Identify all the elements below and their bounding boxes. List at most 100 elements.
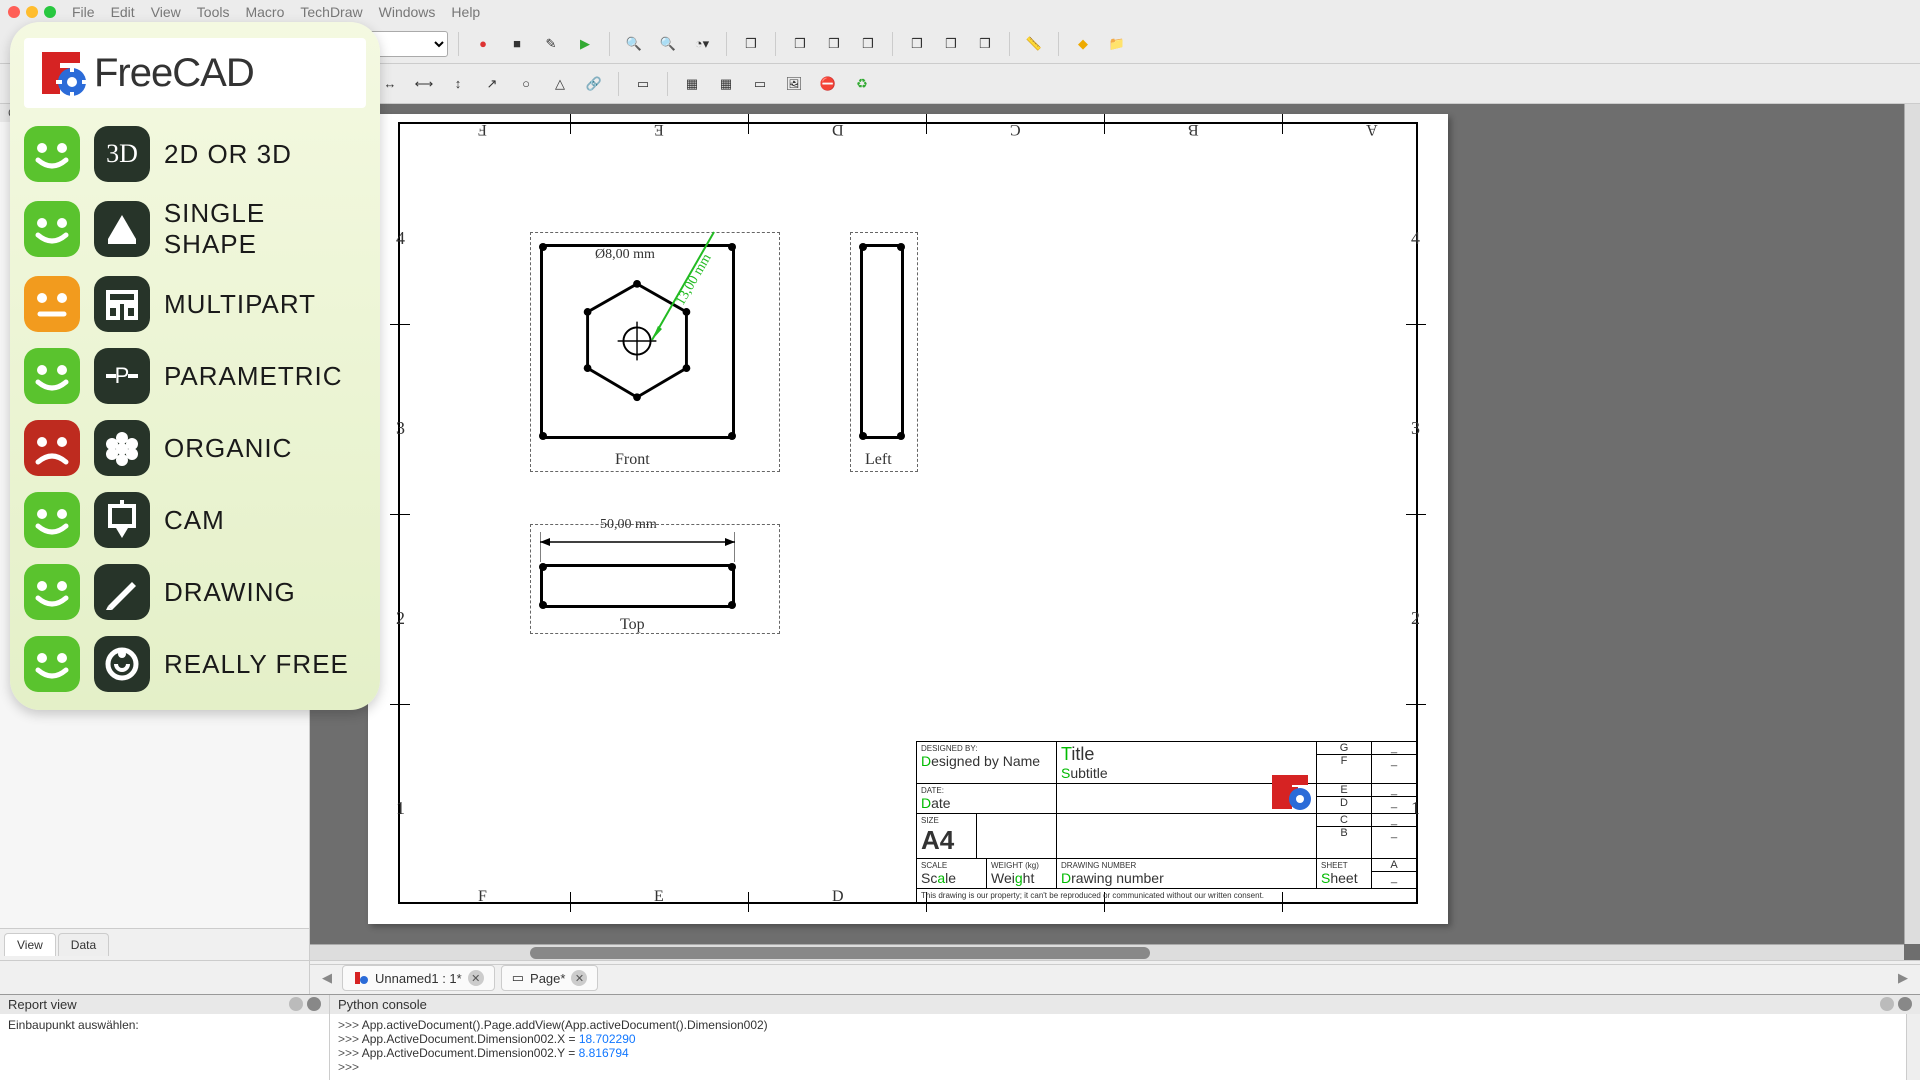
group-icon[interactable]: 📁: [1103, 30, 1131, 58]
dim-vertical-icon[interactable]: ↕: [444, 70, 472, 98]
svg-text:P: P: [115, 363, 130, 388]
scale-field[interactable]: Scale: [921, 870, 956, 886]
tab-data[interactable]: Data: [58, 933, 109, 956]
row-label: 1: [396, 798, 405, 819]
dim-link-icon[interactable]: 🔗: [580, 70, 608, 98]
date-field[interactable]: Date: [921, 795, 951, 811]
macro-play-icon[interactable]: ▶: [571, 30, 599, 58]
dim-diameter-icon[interactable]: ○: [512, 70, 540, 98]
drawing-icon: [94, 564, 150, 620]
view-top-icon[interactable]: ❒: [820, 30, 848, 58]
subtitle-field[interactable]: Subtitle: [1061, 765, 1108, 781]
part-icon[interactable]: ◆: [1069, 30, 1097, 58]
doc-tab-model[interactable]: Unnamed1 : 1*✕: [342, 965, 495, 991]
report-view-body[interactable]: Einbaupunkt auswählen:: [0, 1014, 329, 1080]
panel-close-icon[interactable]: [307, 997, 321, 1011]
drawing-number-field[interactable]: Drawing number: [1061, 870, 1164, 886]
zoom-window-button[interactable]: [44, 6, 56, 18]
canvas-area[interactable]: F E D C B A F E D 4 3 2 1 4 3: [310, 104, 1920, 960]
weight-field[interactable]: Weight: [991, 870, 1034, 886]
tab-prev-icon[interactable]: ◀: [318, 969, 336, 987]
mood-face-icon: [24, 564, 80, 620]
view-iso-icon[interactable]: ❒: [737, 30, 765, 58]
python-line: >>> App.ActiveDocument.Dimension002.X = …: [338, 1032, 1912, 1046]
feature-label: REALLY FREE: [164, 649, 349, 680]
minimize-window-button[interactable]: [26, 6, 38, 18]
row-label: 4: [396, 228, 405, 249]
zoom-in-icon[interactable]: 🔍: [654, 30, 682, 58]
dim-angle-icon[interactable]: △: [546, 70, 574, 98]
sheet-field[interactable]: Sheet: [1321, 870, 1358, 886]
mood-face-icon: [24, 492, 80, 548]
dim-width[interactable]: 50,00 mm: [600, 517, 657, 533]
freecad-logo-text: FreeCAD: [94, 51, 254, 96]
dim-horizontal-icon[interactable]: ⟷: [410, 70, 438, 98]
hatch-geom-icon[interactable]: ▦: [712, 70, 740, 98]
title-field[interactable]: Title: [1061, 744, 1094, 764]
tab-view[interactable]: View: [4, 933, 56, 956]
mood-face-icon: [24, 636, 80, 692]
dim-radius-icon[interactable]: ↗: [478, 70, 506, 98]
panel-close-icon[interactable]: [1898, 997, 1912, 1011]
canvas-scrollbar-horizontal[interactable]: [310, 944, 1904, 960]
macro-record-icon[interactable]: ●: [469, 30, 497, 58]
scale-label: SCALE: [921, 861, 982, 870]
feature-row-single-shape: SINGLE SHAPE: [24, 198, 366, 260]
view-left-label: Left: [865, 451, 892, 469]
close-tab-icon[interactable]: ✕: [468, 970, 484, 986]
feature-label: CAM: [164, 505, 225, 536]
view-front-icon[interactable]: ❒: [786, 30, 814, 58]
feature-row-parametric: PPARAMETRIC: [24, 348, 366, 404]
close-window-button[interactable]: [8, 6, 20, 18]
panel-undock-icon[interactable]: [1880, 997, 1894, 1011]
view-top[interactable]: [540, 564, 735, 608]
view-top-label: Top: [620, 616, 645, 634]
export-svg-icon[interactable]: ▭: [629, 70, 657, 98]
row-label: 2: [396, 608, 405, 629]
python-scrollbar[interactable]: [1906, 1014, 1920, 1080]
col-label: B: [1188, 120, 1199, 138]
menu-file[interactable]: File: [72, 4, 95, 20]
menu-techdraw[interactable]: TechDraw: [300, 4, 362, 20]
dim-length-icon[interactable]: ↔: [376, 70, 404, 98]
view-left-icon[interactable]: ❒: [971, 30, 999, 58]
measure-icon[interactable]: 📏: [1020, 30, 1048, 58]
feature-row-drawing: DRAWING: [24, 564, 366, 620]
menu-view[interactable]: View: [151, 4, 181, 20]
tab-next-icon[interactable]: ▶: [1894, 969, 1912, 987]
menu-help[interactable]: Help: [451, 4, 480, 20]
feature-row-organic: ORGANIC: [24, 420, 366, 476]
menu-windows[interactable]: Windows: [379, 4, 436, 20]
macro-edit-icon[interactable]: ✎: [537, 30, 565, 58]
feature-row-2d-or-3d: 3D2D OR 3D: [24, 126, 366, 182]
python-console-body[interactable]: >>> App.activeDocument().Page.addView(Ap…: [330, 1014, 1920, 1080]
designed-by-field[interactable]: Designed by Name: [921, 753, 1040, 769]
view-right-icon[interactable]: ❒: [854, 30, 882, 58]
view-rear-icon[interactable]: ❒: [903, 30, 931, 58]
canvas-scrollbar-vertical[interactable]: [1904, 104, 1920, 944]
view-bottom-icon[interactable]: ❒: [937, 30, 965, 58]
view-front-label: Front: [615, 451, 650, 469]
insert-symbol-icon[interactable]: ▭: [746, 70, 774, 98]
feature-overlay-card: FreeCAD 3D2D OR 3DSINGLE SHAPEMULTIPARTP…: [10, 22, 380, 710]
menu-edit[interactable]: Edit: [111, 4, 135, 20]
draw-style-icon[interactable]: ◔▾: [688, 30, 716, 58]
zoom-fit-icon[interactable]: 🔍: [620, 30, 648, 58]
redraw-icon[interactable]: ♻: [848, 70, 876, 98]
view-left[interactable]: [860, 244, 904, 439]
free-icon: [94, 636, 150, 692]
hatch-icon[interactable]: ▦: [678, 70, 706, 98]
menu-tools[interactable]: Tools: [197, 4, 230, 20]
menu-macro[interactable]: Macro: [245, 4, 284, 20]
page-icon: ▭: [512, 970, 524, 986]
toggle-frame-icon[interactable]: ⛔: [814, 70, 842, 98]
drawing-frame: F E D C B A F E D 4 3 2 1 4 3: [398, 122, 1418, 904]
dim-diameter[interactable]: Ø8,00 mm: [595, 247, 655, 263]
close-tab-icon[interactable]: ✕: [571, 970, 587, 986]
col-label: E: [654, 120, 664, 138]
insert-image-icon[interactable]: 🖼: [780, 70, 808, 98]
doc-tab-page[interactable]: ▭ Page*✕: [501, 965, 599, 991]
macro-stop-icon[interactable]: ■: [503, 30, 531, 58]
python-console-panel: Python console >>> App.activeDocument().…: [330, 995, 1920, 1080]
panel-undock-icon[interactable]: [289, 997, 303, 1011]
